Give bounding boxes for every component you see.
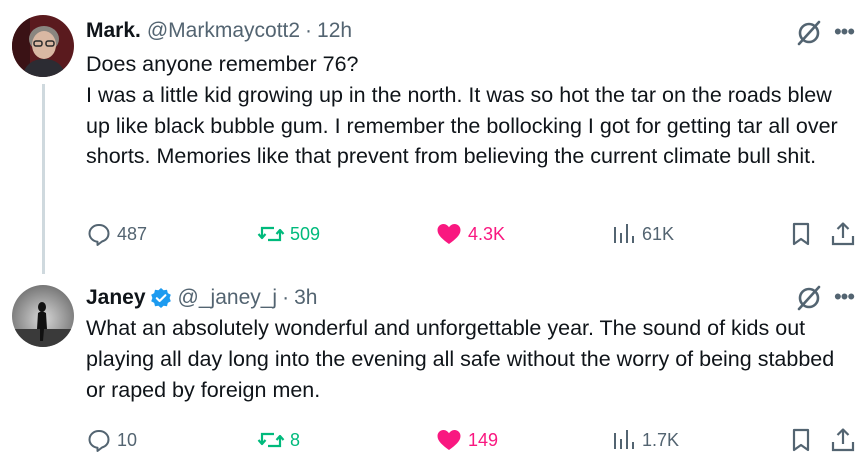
verified-badge-icon[interactable] <box>150 287 172 309</box>
repost-button[interactable]: 8 <box>257 425 300 455</box>
timestamp[interactable]: 3h <box>294 286 317 310</box>
user-handle[interactable]: @Markmaycott2 <box>147 19 300 43</box>
tweet-header: Mark. @Markmaycott2 · 12h <box>86 16 863 46</box>
repost-icon <box>257 432 285 448</box>
reply-count: 487 <box>117 223 148 244</box>
display-name[interactable]: Mark. <box>86 19 141 43</box>
tweet[interactable]: Mark. @Markmaycott2 · 12h ••• Does anyon… <box>0 0 863 274</box>
like-count: 4.3K <box>468 223 506 244</box>
repost-count: 509 <box>290 223 321 244</box>
bookmark-button[interactable] <box>789 219 818 249</box>
views-icon <box>614 224 634 243</box>
reply-icon <box>88 430 110 452</box>
tweet-text: Does anyone remember 76? I was a little … <box>86 52 838 169</box>
share-button[interactable] <box>830 425 861 455</box>
repost-count: 8 <box>290 429 301 450</box>
grok-icon[interactable] <box>795 19 823 47</box>
tweet[interactable]: Janey @_janey_j · 3h ••• What an absolut… <box>0 268 863 461</box>
views-icon <box>614 430 634 449</box>
bookmark-icon <box>792 222 810 246</box>
separator-dot: · <box>305 19 313 42</box>
bookmark-button[interactable] <box>789 425 818 455</box>
grok-icon[interactable] <box>795 284 823 312</box>
user-handle[interactable]: @_janey_j <box>178 286 278 310</box>
like-button[interactable]: 4.3K <box>435 219 505 249</box>
thread-connector-line <box>42 84 45 274</box>
tweet-actions: 10 8 149 1.7K <box>86 425 863 455</box>
views-count: 61K <box>642 223 675 244</box>
tweet-actions: 487 509 4.3K 61K <box>86 219 863 249</box>
separator-dot: · <box>282 286 290 309</box>
tweet-text: What an absolutely wonderful and unforge… <box>86 316 835 402</box>
display-name[interactable]: Janey <box>86 286 146 310</box>
bookmark-icon <box>792 428 810 452</box>
more-icon[interactable]: ••• <box>831 19 857 45</box>
like-button[interactable]: 149 <box>435 425 498 455</box>
repost-icon <box>257 226 285 242</box>
avatar[interactable] <box>12 15 74 77</box>
views-count: 1.7K <box>642 429 680 450</box>
timestamp[interactable]: 12h <box>317 19 352 43</box>
heart-icon <box>437 430 461 450</box>
views-button[interactable]: 61K <box>611 219 674 249</box>
reply-button[interactable]: 487 <box>86 219 147 249</box>
reply-count: 10 <box>117 429 138 450</box>
heart-icon <box>437 224 461 244</box>
repost-button[interactable]: 509 <box>257 219 320 249</box>
more-icon[interactable]: ••• <box>831 284 857 310</box>
views-button[interactable]: 1.7K <box>611 425 679 455</box>
tweet-header: Janey @_janey_j · 3h <box>86 283 863 313</box>
share-button[interactable] <box>830 219 861 249</box>
reply-icon <box>88 224 110 246</box>
avatar[interactable] <box>12 285 74 347</box>
reply-button[interactable]: 10 <box>86 425 137 455</box>
share-icon <box>831 222 855 246</box>
like-count: 149 <box>468 429 499 450</box>
share-icon <box>831 428 855 452</box>
